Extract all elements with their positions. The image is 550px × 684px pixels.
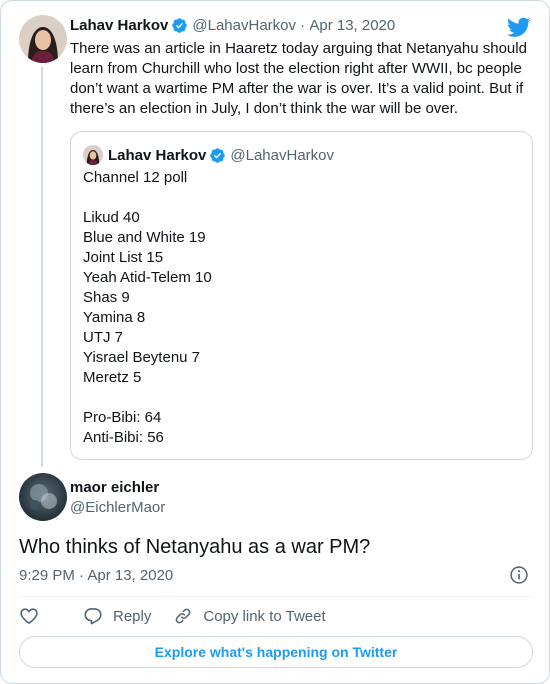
quoted-text-line: Meretz 5 [83, 369, 142, 386]
thread-connector-line [41, 67, 43, 467]
reply-label: Reply [113, 607, 152, 625]
tweet-timestamp[interactable]: 9:29 PM · Apr 13, 2020 [19, 567, 173, 584]
quoted-text-line: Yamina 8 [83, 309, 146, 326]
twitter-bird-icon[interactable] [507, 15, 531, 39]
quoted-tweet[interactable]: Lahav Harkov @LahavHarkov Channel 12 pol… [70, 131, 533, 460]
info-icon[interactable] [509, 565, 529, 585]
reply-button[interactable]: Reply [83, 606, 151, 626]
heart-icon [20, 608, 38, 624]
author-handle[interactable]: @LahavHarkov [192, 17, 296, 34]
copy-link-label: Copy link to Tweet [203, 607, 326, 625]
verified-badge-icon [171, 17, 188, 34]
separator-dot: · [300, 17, 306, 34]
reply-tweet-text: Who thinks of Netanyahu as a war PM? [19, 536, 371, 558]
tweet-date[interactable]: Apr 13, 2020 [309, 17, 395, 34]
tweet-actions: Reply Copy link to Tweet [19, 604, 348, 628]
explore-twitter-button[interactable]: Explore what's happening on Twitter [19, 636, 533, 668]
quoted-text-line: Likud 40 [83, 209, 140, 226]
copy-link-button[interactable]: Copy link to Tweet [173, 606, 326, 626]
parent-tweet-text: There was an article in Haaretz today ar… [70, 40, 527, 117]
author-name[interactable]: maor eichler [70, 479, 159, 496]
quoted-author-name: Lahav Harkov [108, 146, 207, 164]
quoted-text-line [83, 188, 212, 208]
avatar[interactable] [19, 15, 67, 63]
tweet-embed-card: Lahav Harkov @LahavHarkov · Apr 13, 2020… [0, 0, 550, 684]
link-icon [175, 608, 191, 624]
like-button[interactable] [19, 606, 39, 626]
author-handle[interactable]: @EichlerMaor [70, 499, 165, 516]
quoted-text-line: Blue and White 19 [83, 229, 206, 246]
quoted-text-line: Joint List 15 [83, 249, 164, 266]
quoted-text-line: UTJ 7 [83, 329, 124, 346]
quoted-author-handle: @LahavHarkov [230, 146, 334, 164]
avatar [83, 145, 103, 165]
quoted-text-line: Yeah Atid-Telem 10 [83, 269, 212, 286]
quoted-text-line: Shas 9 [83, 289, 130, 306]
quoted-text-line: Channel 12 poll [83, 169, 188, 186]
quoted-tweet-header: Lahav Harkov @LahavHarkov [83, 145, 334, 165]
parent-tweet-header: Lahav Harkov @LahavHarkov · Apr 13, 2020 [70, 17, 395, 34]
quoted-text-line: Anti-Bibi: 56 [83, 429, 164, 446]
quoted-tweet-text: Channel 12 poll Likud 40 Blue and White … [83, 168, 212, 448]
quoted-text-line: Yisrael Beytenu 7 [83, 349, 201, 366]
verified-badge-icon [209, 147, 226, 164]
avatar[interactable] [19, 473, 67, 521]
divider [19, 596, 533, 597]
quoted-text-line [83, 388, 212, 408]
quoted-text-line: Pro-Bibi: 64 [83, 409, 162, 426]
author-name[interactable]: Lahav Harkov [70, 17, 168, 34]
reply-bubble-icon [84, 608, 102, 625]
